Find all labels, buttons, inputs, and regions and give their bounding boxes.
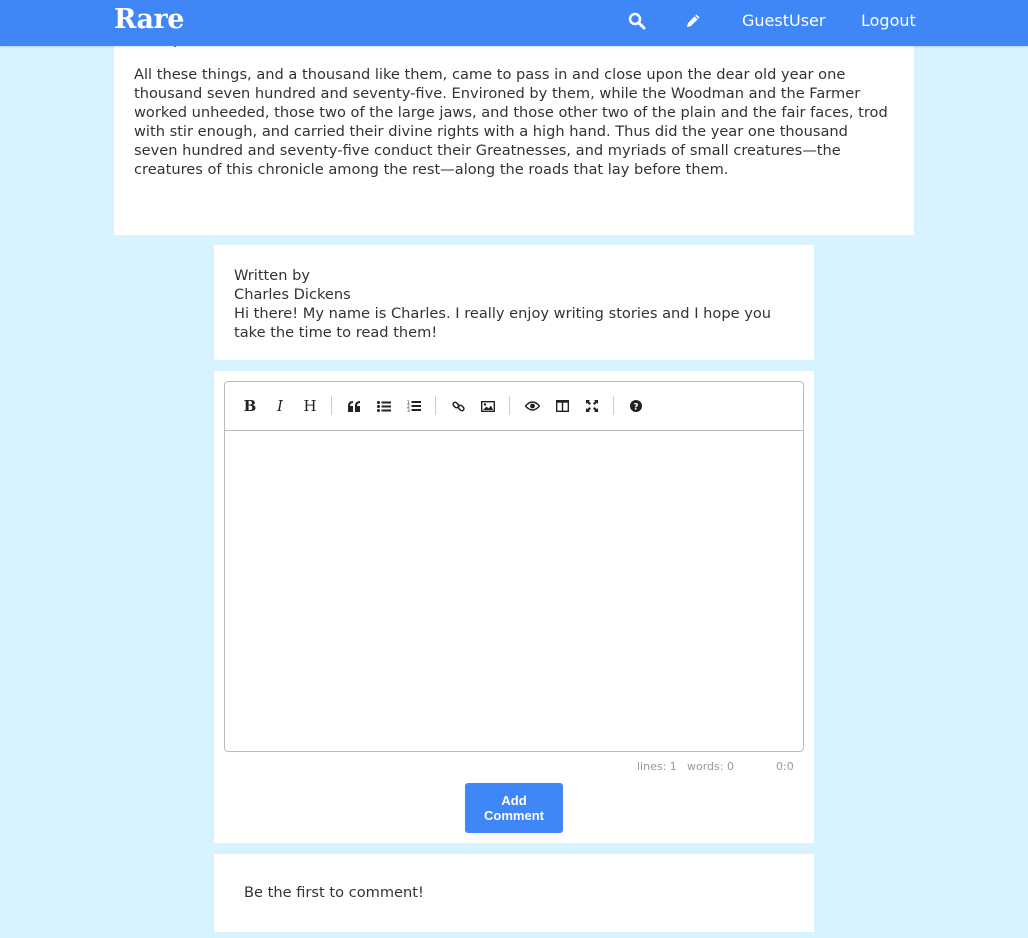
brand-logo[interactable]: Rare — [114, 4, 184, 35]
comment-textarea[interactable] — [224, 430, 804, 752]
ordered-list-icon[interactable]: 123 — [401, 394, 427, 418]
author-bio: Hi there! My name is Charles. I really e… — [234, 305, 772, 341]
svg-text:3: 3 — [407, 408, 410, 412]
help-icon[interactable]: ? — [623, 394, 649, 418]
quote-icon[interactable] — [341, 394, 367, 418]
logout-link[interactable]: Logout — [861, 11, 916, 30]
unordered-list-icon[interactable] — [371, 394, 397, 418]
status-lines: lines: 1 — [637, 760, 677, 773]
image-icon[interactable] — [475, 394, 501, 418]
columns-icon[interactable] — [549, 394, 575, 418]
comment-editor-card: B I H 123 ? lines: 1 words: 0 0:0 Add Co… — [214, 371, 814, 843]
user-link[interactable]: GuestUser — [742, 11, 825, 30]
no-comments-message: Be the first to comment! — [244, 884, 424, 901]
italic-icon[interactable]: I — [267, 394, 293, 418]
comments-card: Be the first to comment! — [214, 854, 814, 932]
link-icon[interactable] — [445, 394, 471, 418]
pencil-icon[interactable] — [684, 12, 704, 32]
toolbar-divider — [435, 396, 436, 415]
heading-icon[interactable]: H — [297, 394, 323, 418]
article-paragraph: All these things, and a thousand like th… — [134, 66, 888, 178]
eye-icon[interactable] — [519, 394, 545, 418]
toolbar-divider — [331, 396, 332, 415]
article-body: of sixpence. All these things, and a tho… — [134, 30, 894, 195]
editor-toolbar: B I H 123 ? — [224, 381, 804, 430]
author-name: Charles Dickens — [234, 286, 351, 303]
written-by-label: Written by — [234, 267, 311, 284]
bold-icon[interactable]: B — [237, 394, 263, 418]
search-icon[interactable] — [628, 12, 648, 32]
toolbar-divider — [613, 396, 614, 415]
fullscreen-icon[interactable] — [579, 394, 605, 418]
navbar: Rare GuestUser Logout — [0, 0, 1028, 46]
author-card: Written by Charles Dickens Hi there! My … — [214, 245, 814, 360]
status-cursor: 0:0 — [776, 760, 794, 773]
add-comment-button[interactable]: Add Comment — [465, 783, 563, 833]
status-words: words: 0 — [687, 760, 734, 773]
svg-text:?: ? — [633, 402, 638, 412]
toolbar-divider — [509, 396, 510, 415]
